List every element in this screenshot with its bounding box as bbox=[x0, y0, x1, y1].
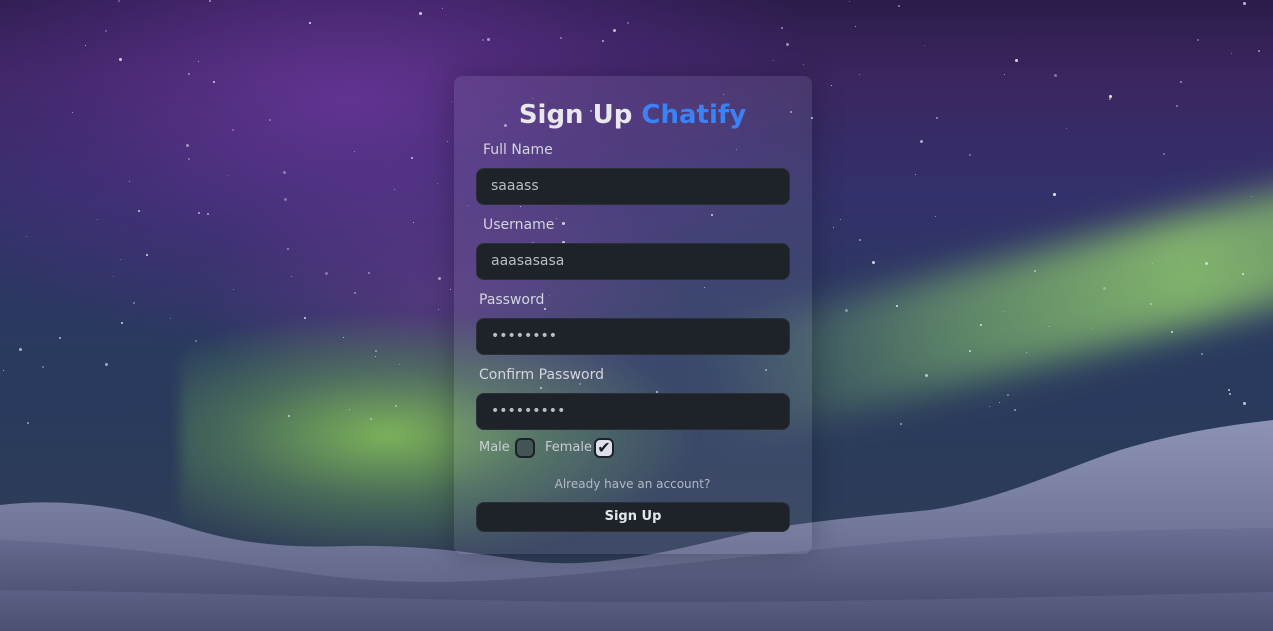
fullname-label: Full Name bbox=[483, 142, 553, 158]
username-input[interactable]: aaasasasa bbox=[476, 243, 790, 280]
confirm-password-label: Confirm Password bbox=[479, 367, 605, 383]
female-checkbox[interactable]: ✔ bbox=[594, 438, 614, 458]
username-label: Username bbox=[483, 217, 555, 233]
password-input[interactable]: •••••••• bbox=[476, 318, 790, 355]
page-title: Sign Up Chatify bbox=[0, 97, 1265, 133]
login-link[interactable]: Already have an account? bbox=[0, 476, 1265, 492]
fullname-input[interactable]: saaass bbox=[476, 168, 790, 205]
brand-name: Chatify bbox=[641, 100, 747, 130]
male-label: Male bbox=[479, 440, 510, 455]
title-text: Sign Up bbox=[518, 100, 633, 130]
confirm-password-input[interactable]: ••••••••• bbox=[476, 393, 790, 430]
checkmark-icon: ✔ bbox=[597, 438, 611, 457]
signup-button[interactable]: Sign Up bbox=[476, 502, 790, 532]
female-label: Female bbox=[545, 440, 593, 455]
password-label: Password bbox=[479, 292, 545, 308]
male-checkbox[interactable] bbox=[515, 438, 535, 458]
